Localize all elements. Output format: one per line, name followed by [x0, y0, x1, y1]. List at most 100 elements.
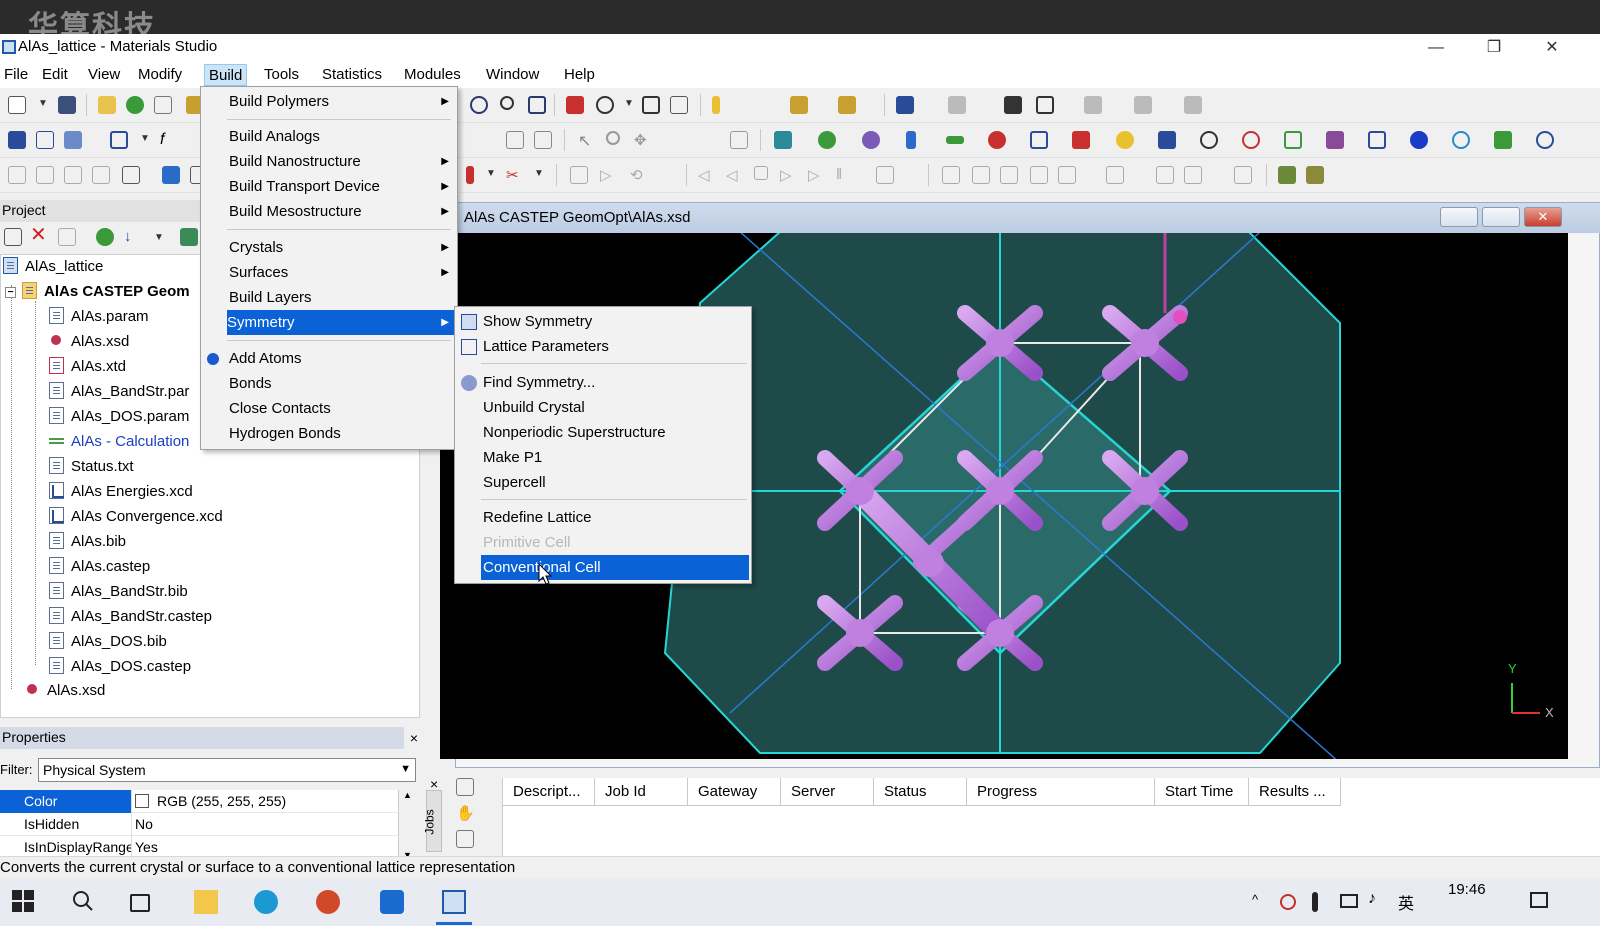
- tree-folder[interactable]: − AlAs CASTEP Geom: [5, 280, 190, 304]
- properties-close-button[interactable]: ×: [406, 727, 422, 749]
- tree-file[interactable]: AlAs.bib: [49, 530, 126, 554]
- play-icon[interactable]: ▷: [600, 166, 618, 184]
- menu-item-build-analogs[interactable]: Build Analogs: [203, 124, 455, 149]
- menu-modules[interactable]: Modules: [400, 64, 465, 86]
- menu-item-build-transport-device[interactable]: Build Transport Device ▶: [203, 174, 455, 199]
- menu-item-surfaces[interactable]: Surfaces ▶: [203, 260, 455, 285]
- jobs-tab[interactable]: Jobs: [423, 790, 442, 852]
- menu-edit[interactable]: Edit: [38, 64, 72, 86]
- column-header-description[interactable]: Descript...: [503, 778, 595, 806]
- menu-item-symmetry[interactable]: Symmetry ▶: [227, 310, 455, 335]
- qmera-icon[interactable]: [1368, 131, 1386, 149]
- align-icon[interactable]: [1084, 96, 1102, 114]
- scissors-icon[interactable]: ✂: [506, 166, 524, 184]
- globe-icon[interactable]: [126, 96, 144, 114]
- next-frame-icon[interactable]: ▷: [780, 166, 798, 184]
- molecule-icon[interactable]: [64, 131, 82, 149]
- chart-icon[interactable]: [1284, 131, 1302, 149]
- center-view-icon[interactable]: [596, 96, 614, 114]
- atoms-icon[interactable]: [8, 131, 26, 149]
- filter-select[interactable]: Physical System ▼: [38, 758, 416, 782]
- measure-icon[interactable]: [774, 131, 792, 149]
- import-icon[interactable]: [154, 96, 172, 114]
- hbond-icon[interactable]: [1058, 166, 1076, 184]
- sorption-icon[interactable]: [1158, 131, 1176, 149]
- sort-icon[interactable]: ↓: [124, 228, 142, 246]
- tray-chevron-icon[interactable]: ^: [1252, 892, 1258, 907]
- column-header-gateway[interactable]: Gateway: [688, 778, 781, 806]
- menu-item-build-mesostructure[interactable]: Build Mesostructure ▶: [203, 199, 455, 224]
- chevron-down-icon[interactable]: ▼: [154, 232, 164, 243]
- label-icon[interactable]: [942, 166, 960, 184]
- reaction-icon[interactable]: [988, 131, 1006, 149]
- tree-file[interactable]: AlAs_DOS.bib: [49, 630, 167, 654]
- tree-file[interactable]: AlAs_DOS.castep: [49, 655, 191, 679]
- new-file-icon[interactable]: [8, 96, 26, 114]
- chevron-down-icon[interactable]: ▼: [624, 98, 634, 109]
- wave-icon[interactable]: [946, 136, 964, 144]
- notifications-icon[interactable]: [1530, 892, 1548, 908]
- home-icon[interactable]: [730, 131, 748, 149]
- stop-icon[interactable]: [754, 166, 768, 180]
- menu-item-supercell[interactable]: Supercell: [457, 470, 749, 495]
- first-frame-icon[interactable]: ◁: [698, 166, 716, 184]
- graph-icon[interactable]: [1234, 166, 1252, 184]
- tree-file[interactable]: AlAs - Calculation: [49, 430, 189, 454]
- ruler-icon[interactable]: [972, 166, 990, 184]
- search-icon[interactable]: [72, 890, 96, 914]
- menu-build[interactable]: Build: [204, 64, 248, 86]
- menu-tools[interactable]: Tools: [260, 64, 303, 86]
- menu-item-nonperiodic-superstructure[interactable]: Nonperiodic Superstructure: [457, 420, 749, 445]
- menu-item-make-p1[interactable]: Make P1: [457, 445, 749, 470]
- menu-item-close-contacts[interactable]: Close Contacts: [203, 396, 455, 421]
- tree-file[interactable]: Status.txt: [49, 455, 134, 479]
- menu-item-conventional-cell[interactable]: Conventional Cell: [481, 555, 749, 580]
- pointer-icon[interactable]: ↖: [578, 131, 596, 150]
- properties-icon[interactable]: [58, 228, 76, 246]
- network-icon[interactable]: [1340, 894, 1358, 908]
- ime-indicator[interactable]: 英: [1398, 890, 1414, 914]
- menu-item-show-symmetry[interactable]: Show Symmetry: [457, 309, 749, 334]
- grid-large-icon[interactable]: [64, 166, 82, 184]
- grid-small-icon[interactable]: [8, 166, 26, 184]
- last-frame-icon[interactable]: ▷: [808, 166, 826, 184]
- flask-icon[interactable]: [906, 131, 916, 149]
- menu-window[interactable]: Window: [482, 64, 543, 86]
- doc-restore-button[interactable]: [1482, 207, 1520, 227]
- job-detail-icon[interactable]: [456, 830, 474, 848]
- rotate-icon[interactable]: [470, 96, 488, 114]
- dynamics-icon[interactable]: [1536, 131, 1554, 149]
- unlock-icon[interactable]: [534, 131, 552, 149]
- close-button[interactable]: ✕: [1524, 34, 1580, 62]
- target-icon[interactable]: [1242, 131, 1260, 149]
- open-folder-icon[interactable]: [98, 96, 116, 114]
- menu-statistics[interactable]: Statistics: [318, 64, 386, 86]
- loop-icon[interactable]: ⟲: [630, 166, 648, 184]
- minimize-button[interactable]: —: [1408, 34, 1464, 62]
- grid-medium-icon[interactable]: [36, 166, 54, 184]
- properties-scrollbar[interactable]: ▲ ▼: [398, 790, 416, 860]
- delete-icon[interactable]: ✕: [30, 225, 48, 245]
- new-folder-icon[interactable]: [4, 228, 22, 246]
- property-row[interactable]: Color RGB (255, 255, 255): [0, 790, 400, 813]
- job-server-icon[interactable]: [456, 778, 474, 796]
- menu-item-redefine-lattice[interactable]: Redefine Lattice: [457, 505, 749, 530]
- tree-file[interactable]: AlAs_DOS.param: [49, 405, 189, 429]
- menu-item-bonds[interactable]: Bonds: [203, 371, 455, 396]
- cluster-icon[interactable]: [862, 131, 880, 149]
- menu-item-crystals[interactable]: Crystals ▶: [203, 235, 455, 260]
- hydrogen-icon[interactable]: [1036, 96, 1054, 114]
- function-icon[interactable]: f: [160, 131, 178, 149]
- document-icon[interactable]: [570, 166, 588, 184]
- crystal-icon[interactable]: [36, 131, 54, 149]
- menu-view[interactable]: View: [84, 64, 124, 86]
- menu-item-build-nanostructure[interactable]: Build Nanostructure ▶: [203, 149, 455, 174]
- materials-studio-taskbar-icon[interactable]: [442, 890, 466, 914]
- doc-minimize-button[interactable]: [1440, 207, 1478, 227]
- powerpoint-icon[interactable]: [316, 890, 340, 914]
- menu-item-hydrogen-bonds[interactable]: Hydrogen Bonds: [203, 421, 455, 446]
- clock-time[interactable]: 19:46: [1448, 881, 1486, 898]
- tree-file[interactable]: AlAs Convergence.xcd: [49, 505, 223, 529]
- clean-icon[interactable]: [896, 96, 914, 114]
- ring-icon[interactable]: [746, 96, 764, 114]
